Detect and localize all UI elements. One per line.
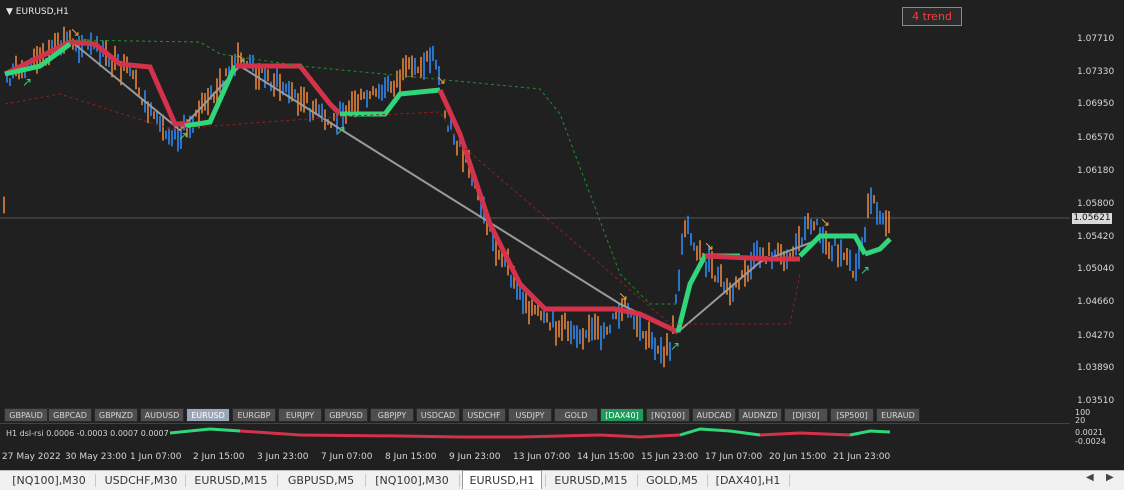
price-tick-label: 1.04660 <box>1077 297 1115 307</box>
rsi-line-red-2 <box>759 431 851 437</box>
symbol-button[interactable]: GBPCAD <box>48 408 92 422</box>
signal-arrow-icon: ↘ <box>236 51 246 65</box>
symbol-button[interactable]: EURJPY <box>278 408 322 422</box>
rsi-scale-bottom: -0.0024 <box>1075 437 1106 446</box>
price-tick-label: 1.04270 <box>1077 331 1115 341</box>
chart-tab[interactable]: [NQ100],M30 <box>6 472 92 489</box>
price-tick-label: 1.03510 <box>1077 396 1115 406</box>
time-label: 27 May 2022 <box>2 452 61 462</box>
tab-scroll-right-icon[interactable]: ▶ <box>1106 472 1114 483</box>
symbol-button[interactable]: GBPJPY <box>370 408 414 422</box>
tab-separator <box>707 474 708 487</box>
symbol-button[interactable]: [DJI30] <box>784 408 828 422</box>
trend-badge[interactable]: 4 trend <box>902 7 962 26</box>
signal-arrow-icon: ↘ <box>436 73 446 87</box>
time-label: 2 Jun 15:00 <box>193 452 245 462</box>
symbol-button[interactable]: AUDCAD <box>692 408 736 422</box>
chart-title-text: EURUSD,H1 <box>15 7 69 17</box>
price-tick-label: 1.06180 <box>1077 166 1115 176</box>
symbol-button[interactable]: USDCHF <box>462 408 506 422</box>
symbol-button[interactable]: [DAX40] <box>600 408 644 422</box>
time-label: 7 Jun 07:00 <box>321 452 373 462</box>
time-label: 17 Jun 07:00 <box>705 452 763 462</box>
signal-arrow-icon: ↘ <box>618 289 628 303</box>
time-label: 15 Jun 23:00 <box>641 452 699 462</box>
symbol-button[interactable]: GBPAUD <box>4 408 48 422</box>
symbol-button[interactable]: AUDNZD <box>738 408 782 422</box>
signal-arrow-icon: ↗ <box>22 75 32 89</box>
time-label: 1 Jun 07:00 <box>130 452 182 462</box>
tab-separator <box>185 474 186 487</box>
tab-separator <box>789 474 790 487</box>
chart-tab[interactable]: [NQ100],M30 <box>368 472 456 489</box>
signal-arrow-icon: ↘ <box>820 215 830 229</box>
symbol-button[interactable]: USDJPY <box>508 408 552 422</box>
price-chart[interactable]: ↘ ↘ ↘ ↘ ↘ ↘ ↗ ↗ ↗ ↗ ↗ <box>0 4 1070 404</box>
symbol-button[interactable]: [SP500] <box>830 408 874 422</box>
time-label: 9 Jun 23:00 <box>449 452 501 462</box>
price-tick-label: 1.05040 <box>1077 264 1115 274</box>
time-label: 14 Jun 15:00 <box>577 452 635 462</box>
symbol-button[interactable]: USDCAD <box>416 408 460 422</box>
chart-title: ▼ EURUSD,H1 <box>6 7 69 17</box>
time-label: 13 Jun 07:00 <box>513 452 571 462</box>
symbol-button[interactable]: EURGBP <box>232 408 276 422</box>
chart-tab[interactable]: GBPUSD,M5 <box>280 472 362 489</box>
rsi-scale-3: 0.0021 <box>1075 428 1103 437</box>
rsi-label: H1 dsl-rsi 0.0006 -0.0003 0.0007 0.0007 <box>6 429 169 438</box>
symbol-button[interactable]: EURUSD <box>186 408 230 422</box>
price-tick-label: 1.06570 <box>1077 133 1115 143</box>
chart-tab[interactable]: EURUSD,M15 <box>548 472 634 489</box>
signal-arrow-icon: ↘ <box>70 25 80 39</box>
tab-separator <box>95 474 96 487</box>
chart-tab[interactable]: [DAX40],H1 <box>710 472 786 489</box>
price-tick-label: 1.03890 <box>1077 363 1115 373</box>
price-tick-label: 1.06950 <box>1077 99 1115 109</box>
time-label: 3 Jun 23:00 <box>257 452 309 462</box>
current-price-label: 1.05621 <box>1072 213 1112 224</box>
symbol-button[interactable]: GBPUSD <box>324 408 368 422</box>
chart-tab[interactable]: USDCHF,M30 <box>100 472 182 489</box>
tab-separator <box>277 474 278 487</box>
price-tick-label: 1.07710 <box>1077 34 1115 44</box>
symbol-button[interactable]: AUDUSD <box>140 408 184 422</box>
tab-scroll-left-icon[interactable]: ◀ <box>1086 472 1094 483</box>
tab-separator <box>365 474 366 487</box>
rsi-scale-2: 20 <box>1075 416 1086 425</box>
price-tick-label: 1.05420 <box>1077 232 1115 242</box>
chart-tab[interactable]: EURUSD,H1 <box>462 470 542 489</box>
time-label: 20 Jun 15:00 <box>769 452 827 462</box>
symbol-button[interactable]: GBPNZD <box>94 408 138 422</box>
price-tick-label: 1.07330 <box>1077 67 1115 77</box>
tab-separator <box>545 474 546 487</box>
chart-tab[interactable]: EURUSD,M15 <box>188 472 274 489</box>
price-tick-label: 1.05800 <box>1077 199 1115 209</box>
time-label: 21 Jun 23:00 <box>833 452 891 462</box>
symbol-button[interactable]: EURAUD <box>876 408 920 422</box>
symbol-button[interactable]: GOLD <box>554 408 598 422</box>
tab-separator <box>459 474 460 487</box>
time-label: 8 Jun 15:00 <box>385 452 437 462</box>
signal-arrow-icon: ↗ <box>670 339 680 353</box>
signal-arrow-icon: ↗ <box>336 123 346 137</box>
chart-tab[interactable]: GOLD,M5 <box>640 472 704 489</box>
time-label: 30 May 23:00 <box>65 452 127 462</box>
tab-separator <box>637 474 638 487</box>
signal-arrow-icon: ↗ <box>178 129 188 143</box>
symbol-button[interactable]: [NQ100] <box>646 408 690 422</box>
signal-arrow-icon: ↘ <box>704 239 714 253</box>
signal-arrow-icon: ↗ <box>860 263 870 277</box>
